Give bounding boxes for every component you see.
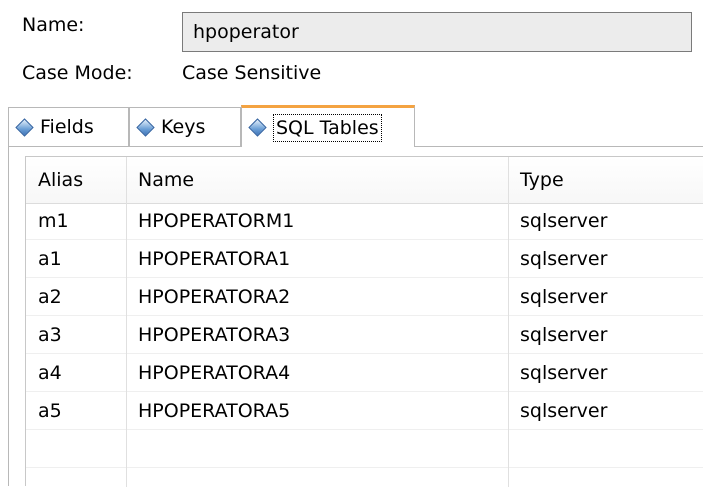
tab-fields[interactable]: Fields: [8, 107, 129, 146]
empty-row[interactable]: [26, 431, 703, 468]
diamond-icon: [248, 118, 267, 137]
cell-name: HPOPERATORA5: [138, 400, 291, 422]
panel-top-border: [9, 146, 242, 147]
cell-type: sqlserver: [520, 210, 608, 232]
cell-name: HPOPERATORM1: [138, 210, 295, 232]
tab-sql-tables[interactable]: SQL Tables: [241, 105, 415, 147]
cell-type: sqlserver: [520, 286, 608, 308]
cell-alias: a3: [38, 324, 62, 346]
cell-alias: a1: [38, 248, 62, 270]
cell-alias: a2: [38, 286, 62, 308]
sql-tables-panel: Alias Name Type m1 HPOPERATORM1 sqlserver a…: [8, 146, 703, 487]
cell-type: sqlserver: [520, 248, 608, 270]
table-header: Alias Name Type: [26, 157, 703, 204]
cell-name: HPOPERATORA2: [138, 286, 291, 308]
table-row[interactable]: m1 HPOPERATORM1 sqlserver: [26, 203, 703, 240]
cell-alias: a5: [38, 400, 62, 422]
name-field[interactable]: [182, 12, 692, 52]
name-label: Name:: [22, 14, 85, 36]
column-separator[interactable]: [126, 157, 127, 487]
tab-keys[interactable]: Keys: [129, 107, 241, 146]
table-row[interactable]: a3 HPOPERATORA3 sqlserver: [26, 317, 703, 354]
column-header-type[interactable]: Type: [508, 157, 703, 203]
diamond-icon: [15, 117, 34, 137]
table-row[interactable]: a5 HPOPERATORA5 sqlserver: [26, 393, 703, 430]
case-mode-label: Case Mode:: [22, 62, 133, 84]
table-row[interactable]: a1 HPOPERATORA1 sqlserver: [26, 241, 703, 278]
tab-label: SQL Tables: [273, 113, 382, 142]
case-mode-value: Case Sensitive: [182, 62, 322, 84]
column-header-alias[interactable]: Alias: [26, 157, 126, 203]
cell-name: HPOPERATORA1: [138, 248, 291, 270]
table-row[interactable]: a2 HPOPERATORA2 sqlserver: [26, 279, 703, 316]
cell-type: sqlserver: [520, 362, 608, 384]
tab-label: Keys: [161, 116, 206, 138]
diamond-icon: [136, 117, 155, 137]
sql-tables-table: Alias Name Type m1 HPOPERATORM1 sqlserver a…: [25, 156, 703, 487]
cell-name: HPOPERATORA3: [138, 324, 291, 346]
cell-alias: m1: [38, 210, 69, 232]
cell-type: sqlserver: [520, 324, 608, 346]
table-row[interactable]: a4 HPOPERATORA4 sqlserver: [26, 355, 703, 392]
tab-label: Fields: [40, 116, 94, 138]
column-separator[interactable]: [508, 157, 509, 487]
column-header-name[interactable]: Name: [126, 157, 508, 203]
cell-name: HPOPERATORA4: [138, 362, 291, 384]
cell-alias: a4: [38, 362, 62, 384]
cell-type: sqlserver: [520, 400, 608, 422]
